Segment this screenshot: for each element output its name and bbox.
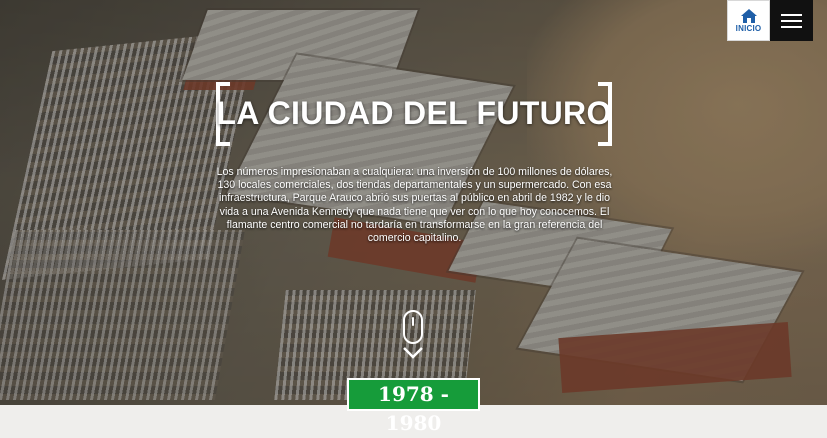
scroll-down-mouse-icon[interactable]	[401, 310, 425, 362]
home-label: INICIO	[735, 24, 762, 33]
hamburger-menu-icon	[781, 14, 802, 16]
year-range-badge[interactable]: 1978 - 1980	[347, 378, 480, 435]
page-title: LA CIUDAD DEL FUTURO	[216, 95, 612, 131]
intro-paragraph: Los números impresionaban a cualquiera: …	[216, 166, 613, 245]
hamburger-line	[781, 26, 802, 28]
home-button[interactable]: INICIO	[727, 0, 770, 41]
hamburger-line	[781, 20, 802, 22]
right-bracket	[598, 82, 612, 146]
title-block: LA CIUDAD DEL FUTURO	[216, 82, 612, 146]
home-icon	[740, 9, 757, 23]
menu-button[interactable]	[770, 0, 813, 41]
